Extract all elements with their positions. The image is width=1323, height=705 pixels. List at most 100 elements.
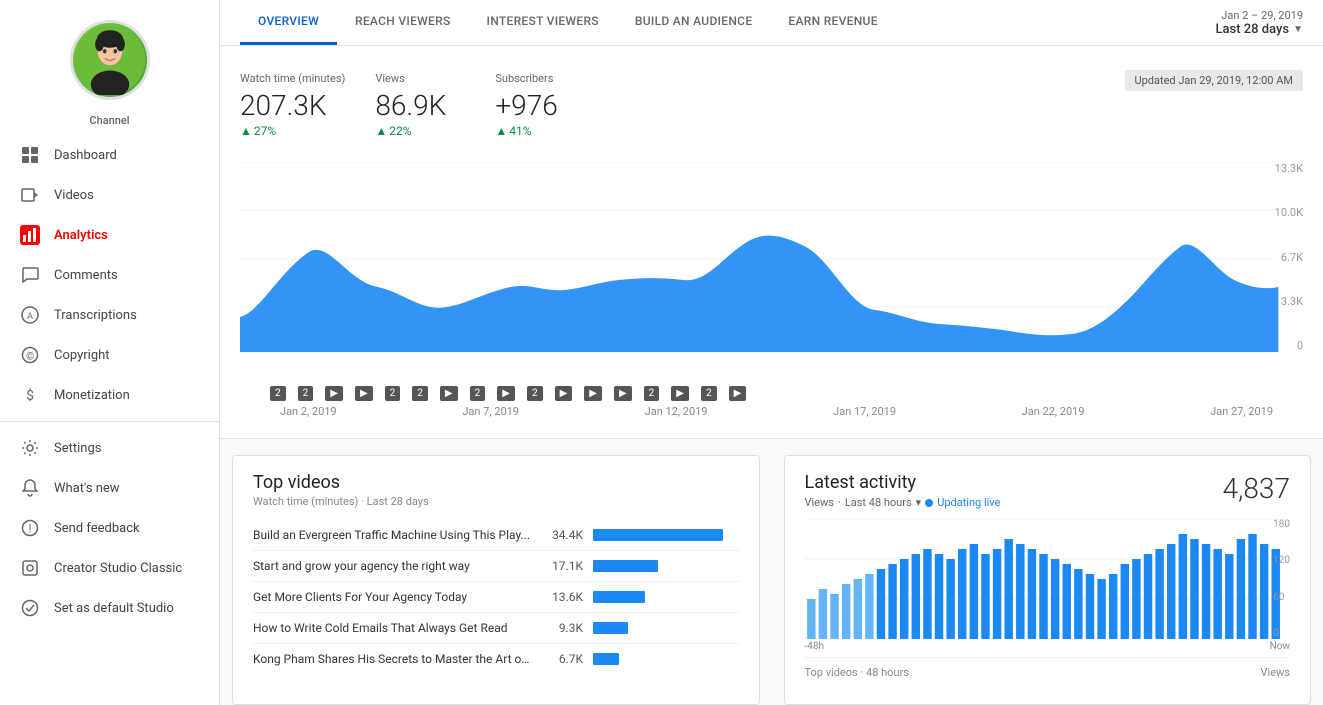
video-bar-container [593,591,723,603]
sidebar-item-whats-new[interactable]: What's new [0,468,219,508]
activity-footer: Top videos · 48 hours Views [805,657,1291,679]
video-bar [593,560,658,572]
sidebar-item-analytics[interactable]: Analytics [0,215,219,255]
y-label-2: 10.0K [1275,206,1303,219]
marker: ▶ [729,386,747,401]
sidebar-label-analytics: Analytics [54,228,108,243]
sidebar-item-videos[interactable]: Videos [0,175,219,215]
video-title: Start and grow your agency the right way [253,559,533,573]
bell-icon [20,478,40,498]
activity-title-block: Latest activity Views · Last 48 hours ▾ … [805,472,1001,509]
top-videos-panel: Top videos Watch time (minutes) · Last 2… [232,455,760,705]
video-bar [593,653,619,665]
svg-text:A: A [27,312,33,322]
tab-reach[interactable]: REACH VIEWERS [337,0,469,45]
video-bar-container [593,529,723,541]
svg-text:©: © [26,351,34,363]
sidebar-item-transcriptions[interactable]: A Transcriptions [0,295,219,335]
marker: ▶ [497,386,515,401]
top-videos-subtitle: Watch time (minutes) · Last 28 days [253,495,739,508]
main-content: OVERVIEW REACH VIEWERS INTEREST VIEWERS … [220,0,1323,705]
video-row: Kong Pham Shares His Secrets to Master t… [253,644,739,674]
x-label-5: Jan 22, 2019 [1022,405,1085,418]
video-row: Build an Evergreen Traffic Machine Using… [253,520,739,551]
top-videos-title: Top videos [253,472,739,493]
nav-tabs: OVERVIEW REACH VIEWERS INTEREST VIEWERS … [240,0,1216,45]
latest-activity-panel: Latest activity Views · Last 48 hours ▾ … [784,455,1312,705]
sidebar-item-settings[interactable]: Settings [0,428,219,468]
tab-interest[interactable]: INTEREST VIEWERS [469,0,617,45]
marker: 2 [385,386,401,401]
marker: ▶ [325,386,343,401]
footer-right: Views [1261,666,1290,679]
video-bar [593,529,723,541]
arrow-up-icon: ▲ [495,124,507,138]
sidebar-label-videos: Videos [54,188,94,203]
stat-watch-time: Watch time (minutes) 207.3K ▲ 27% [240,62,375,152]
marker: ▶ [440,386,458,401]
sidebar-label-set-default: Set as default Studio [54,601,174,616]
creator-icon [20,558,40,578]
sidebar-label-creator-studio: Creator Studio Classic [54,561,182,576]
watch-time-value: 207.3K [240,89,345,122]
subscribers-label: Subscribers [495,72,585,85]
watch-time-change: ▲ 27% [240,124,345,138]
date-range-main: Last 28 days ▼ [1216,22,1304,37]
y-label-5: 0 [1275,339,1303,352]
sidebar-label-feedback: Send feedback [54,521,140,536]
sidebar-item-copyright[interactable]: © Copyright [0,335,219,375]
subscribers-change: ▲ 41% [495,124,585,138]
date-range-small: Jan 2 – 29, 2019 [1221,9,1303,22]
x-label-6: Jan 27, 2019 [1210,405,1273,418]
avatar [70,20,150,100]
video-row: How to Write Cold Emails That Always Get… [253,613,739,644]
live-dot-icon [925,499,933,507]
video-value: 34.4K [543,528,583,542]
channel-label: Channel [0,110,219,135]
tab-overview[interactable]: OVERVIEW [240,0,337,45]
date-range-selector[interactable]: Jan 2 – 29, 2019 Last 28 days ▼ [1216,1,1304,45]
dollar-icon: $ [20,385,40,405]
activity-y-labels: 180 120 60 0 [1273,519,1290,639]
video-title: Kong Pham Shares His Secrets to Master t… [253,652,533,666]
marker: 2 [701,386,717,401]
sidebar-item-dashboard[interactable]: Dashboard [0,135,219,175]
divider [0,421,219,422]
footer-left: Top videos · 48 hours [805,666,909,679]
activity-meta: Views · Last 48 hours ▾ Updating live [805,496,1001,509]
sidebar-item-send-feedback[interactable]: ! Send feedback [0,508,219,548]
dot-separator: · [838,496,841,509]
sidebar-label-monetization: Monetization [54,388,130,403]
sidebar-item-comments[interactable]: Comments [0,255,219,295]
activity-chart-svg [805,519,1291,639]
comment-icon [20,265,40,285]
x-label-4: Jan 17, 2019 [833,405,896,418]
tab-revenue[interactable]: EARN REVENUE [770,0,895,45]
sidebar-item-creator-studio[interactable]: Creator Studio Classic [0,548,219,588]
marker: 2 [644,386,660,401]
views-change: ▲ 22% [375,124,465,138]
chart-y-labels: 13.3K 10.0K 6.7K 3.3K 0 [1275,162,1303,352]
x-label-2: Jan 7, 2019 [462,405,519,418]
top-videos-list: Build an Evergreen Traffic Machine Using… [253,520,739,674]
views-time-dropdown[interactable]: Last 48 hours ▾ [845,496,921,509]
marker: ▶ [355,386,373,401]
x-end-label: Now [1270,641,1290,652]
chart-svg-wrapper: 13.3K 10.0K 6.7K 3.3K 0 [240,162,1303,382]
x-label-3: Jan 12, 2019 [645,405,708,418]
marker: ▶ [584,386,602,401]
time-label: Last 48 hours [845,496,912,509]
x-label-1: Jan 2, 2019 [280,405,337,418]
tab-audience[interactable]: BUILD AN AUDIENCE [617,0,771,45]
video-value: 9.3K [543,621,583,635]
video-bar [593,622,628,634]
analytics-icon [20,225,40,245]
video-bar [593,591,645,603]
main-chart-svg [240,162,1303,357]
video-title: How to Write Cold Emails That Always Get… [253,621,533,635]
sidebar-item-set-default[interactable]: Set as default Studio [0,588,219,628]
stat-subscribers: Subscribers +976 ▲ 41% [495,62,615,152]
svg-text:$: $ [26,387,34,404]
video-markers: 2 2 ▶ ▶ 2 2 ▶ 2 ▶ 2 ▶ ▶ ▶ 2 ▶ 2 ▶ [240,382,1303,401]
sidebar-item-monetization[interactable]: $ Monetization [0,375,219,415]
